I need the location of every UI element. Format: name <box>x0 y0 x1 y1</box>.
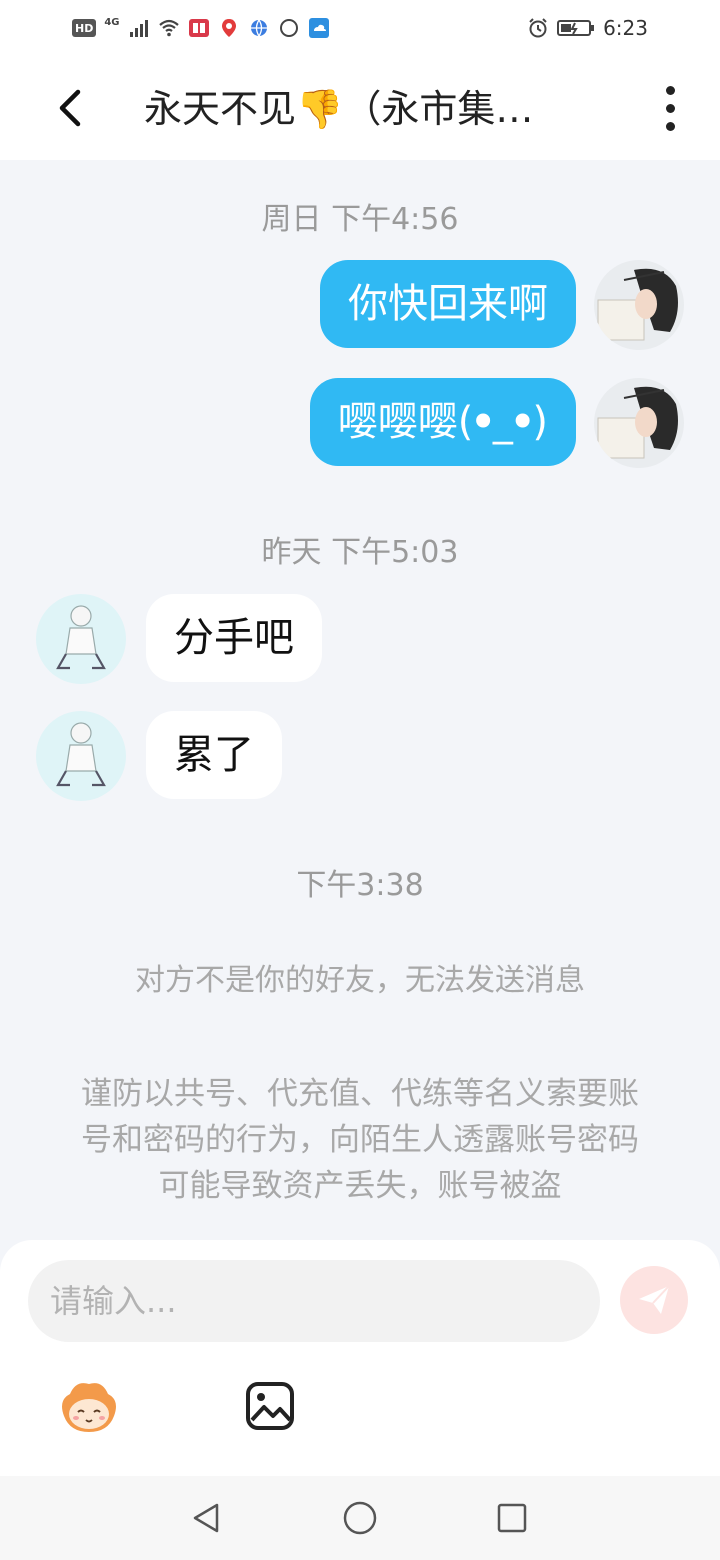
timestamp-divider: 下午3:38 <box>296 868 424 903</box>
clock: 6:23 <box>603 16 648 40</box>
back-button[interactable] <box>48 86 92 130</box>
timestamp-divider: 昨天 下午5:03 <box>261 535 459 570</box>
message-bubble-incoming[interactable]: 分手吧 <box>146 594 322 682</box>
chat-title: 永天不见👎（永市集… <box>144 87 534 131</box>
circle-home-icon <box>343 1501 377 1535</box>
weather-icon <box>308 18 329 38</box>
status-left: HD 4G <box>72 17 330 39</box>
nav-back-button[interactable] <box>186 1498 226 1538</box>
send-icon <box>639 1285 670 1314</box>
map-app-icon <box>221 19 236 37</box>
image-icon <box>246 1382 294 1430</box>
sticker-button[interactable] <box>56 1378 122 1436</box>
battery-icon <box>557 20 595 36</box>
composer-panel <box>0 1240 720 1476</box>
image-picker-button[interactable] <box>244 1380 296 1432</box>
news-app-icon <box>188 19 209 37</box>
more-options-button[interactable] <box>650 84 690 132</box>
avatar-contact[interactable] <box>36 594 126 684</box>
chevron-left-icon <box>59 89 81 127</box>
message-bubble-incoming[interactable]: 累了 <box>146 711 282 799</box>
chat-header: 永天不见👎（永市集… <box>0 56 720 160</box>
triangle-back-icon <box>193 1503 219 1533</box>
nav-recents-button[interactable] <box>492 1498 532 1538</box>
security-warning: 谨防以共号、代充值、代练等名义索要账号和密码的行为，向陌生人透露账号密码可能导致… <box>81 1076 639 1204</box>
browser-icon <box>250 19 267 37</box>
more-vertical-icon <box>665 85 675 95</box>
message-input[interactable] <box>28 1260 600 1342</box>
nav-home-button[interactable] <box>340 1498 380 1538</box>
avatar-self[interactable] <box>594 260 684 350</box>
message-list[interactable]: 周日 下午4:56 你快回来啊 嘤嘤嘤(ꔷ_ꔷ) 昨天 下午5:03 分手吧 累… <box>0 160 720 1240</box>
signal-icon <box>129 20 148 37</box>
system-notice: 对方不是你的好友，无法发送消息 <box>135 963 585 998</box>
ring-icon <box>279 19 298 37</box>
wifi-icon <box>158 19 179 37</box>
hd-icon: HD <box>72 19 97 37</box>
square-recents-icon <box>497 1503 527 1533</box>
status-bar: HD 4G 6:23 <box>0 0 720 56</box>
message-bubble-outgoing[interactable]: 嘤嘤嘤(ꔷ_ꔷ) <box>309 378 576 466</box>
avatar-contact[interactable] <box>36 711 126 801</box>
avatar-self[interactable] <box>594 378 684 468</box>
network-type: 4G <box>104 16 120 28</box>
message-bubble-outgoing[interactable]: 你快回来啊 <box>320 260 576 348</box>
system-nav-bar <box>0 1476 720 1560</box>
timestamp-divider: 周日 下午4:56 <box>261 202 459 237</box>
send-button[interactable] <box>620 1266 688 1334</box>
sticker-face-icon <box>62 1383 116 1432</box>
status-right: 6:23 <box>527 16 648 40</box>
alarm-icon <box>529 18 547 38</box>
